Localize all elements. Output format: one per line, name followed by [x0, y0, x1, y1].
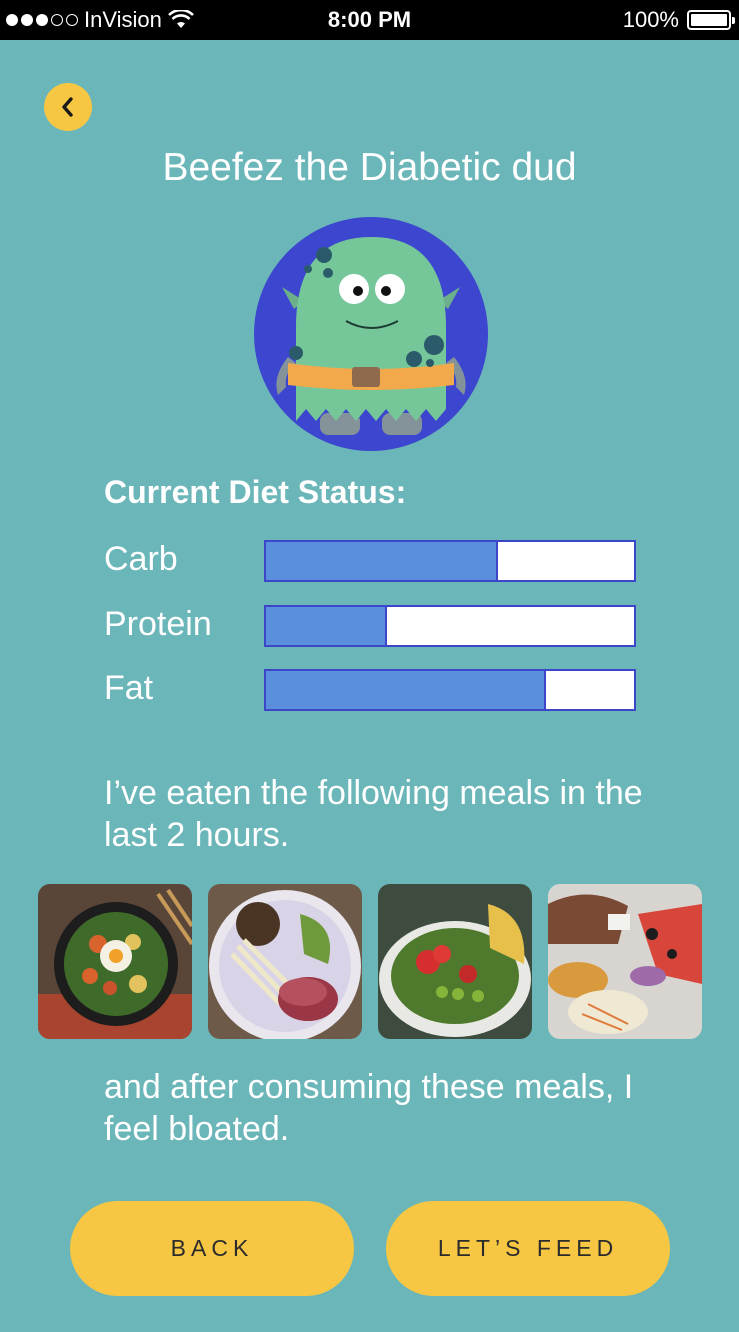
- page-title: Beefez the Diabetic dud: [162, 146, 577, 189]
- diet-label-carb: Carb: [104, 540, 178, 578]
- protein-progress-bar: [264, 605, 636, 647]
- carb-progress-bar: [264, 540, 636, 582]
- meals-outro-text: and after consuming these meals, I feel …: [104, 1068, 634, 1148]
- meals-intro-text: I’ve eaten the following meals in the la…: [104, 774, 643, 854]
- status-bar: InVision 8:00 PM 100%: [0, 0, 739, 40]
- monster-avatar: [254, 217, 488, 451]
- chevron-left-icon: [62, 97, 73, 117]
- diet-label-protein: Protein: [104, 605, 212, 643]
- back-chevron-button[interactable]: [44, 83, 92, 131]
- lets-feed-button[interactable]: LET’S FEED: [386, 1201, 670, 1296]
- meal-photos: [38, 884, 702, 1040]
- diet-row-protein: Protein: [104, 603, 644, 647]
- diet-row-fat: Fat: [104, 667, 644, 711]
- meal-photo-3[interactable]: [378, 884, 532, 1039]
- battery-percent: 100%: [622, 7, 679, 32]
- diet-row-carb: Carb: [104, 538, 644, 582]
- meal-photo-4[interactable]: [548, 884, 702, 1039]
- diet-status-heading: Current Diet Status:: [104, 474, 407, 510]
- battery-group: 100%: [622, 7, 735, 33]
- fat-progress-fill: [266, 671, 546, 709]
- battery-icon: [687, 10, 735, 30]
- protein-progress-fill: [266, 607, 388, 645]
- fat-progress-bar: [264, 669, 636, 711]
- carb-progress-fill: [266, 542, 498, 580]
- diet-label-fat: Fat: [104, 669, 154, 707]
- back-button[interactable]: BACK: [70, 1201, 354, 1296]
- meal-photo-1[interactable]: [38, 884, 192, 1039]
- meal-photo-2[interactable]: [208, 884, 362, 1039]
